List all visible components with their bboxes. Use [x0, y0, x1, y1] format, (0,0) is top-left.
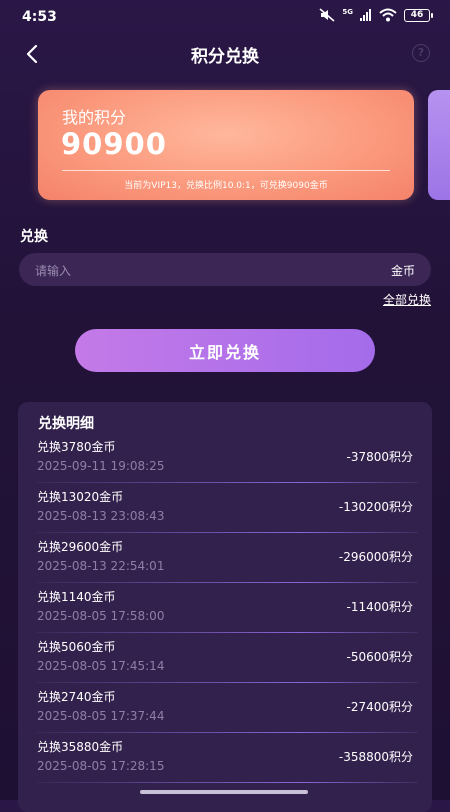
item-amount: -11400积分	[346, 600, 413, 614]
points-card: 我的积分 90900 当前为VIP13，兑换比例10.0:1，可兑换9090金币	[38, 90, 414, 200]
wifi-icon	[379, 8, 397, 22]
exchange-now-button[interactable]: 立即兑换	[75, 329, 375, 372]
item-amount: -37800积分	[346, 450, 413, 464]
item-title: 兑换5060金币	[37, 640, 116, 654]
network-type: 5G	[342, 8, 353, 16]
item-title: 兑换29600金币	[37, 540, 124, 554]
item-time: 2025-08-05 17:45:14	[37, 659, 165, 673]
item-title: 兑换3780金币	[37, 440, 116, 454]
item-title: 兑换2740金币	[37, 690, 116, 704]
item-time: 2025-09-11 19:08:25	[37, 459, 165, 473]
history-list: 兑换3780金币 2025-09-11 19:08:25 -37800积分 兑换…	[18, 433, 432, 783]
exchange-all-link[interactable]: 全部兑换	[383, 291, 431, 308]
list-item: 兑换13020金币 2025-08-13 23:08:43 -130200积分	[18, 483, 432, 533]
list-item: 兑换35880金币 2025-08-05 17:28:15 -358800积分	[18, 733, 432, 783]
history-panel: 兑换明细 兑换3780金币 2025-09-11 19:08:25 -37800…	[18, 402, 432, 812]
exchange-section-label: 兑换	[20, 229, 48, 245]
next-card-peek[interactable]	[428, 90, 450, 200]
home-indicator[interactable]	[140, 790, 308, 794]
points-label: 我的积分	[62, 108, 127, 127]
list-item: 兑换1140金币 2025-08-05 17:58:00 -11400积分	[18, 583, 432, 633]
item-time: 2025-08-13 22:54:01	[37, 559, 165, 573]
history-title: 兑换明细	[38, 416, 94, 432]
points-value: 90900	[61, 127, 167, 161]
unit-label: 金币	[390, 264, 415, 278]
battery-icon: 46	[404, 8, 433, 22]
item-amount: -27400积分	[346, 700, 413, 714]
item-title: 兑换1140金币	[37, 590, 116, 604]
item-title: 兑换35880金币	[37, 740, 124, 754]
status-bar: 4:53 5G 46	[0, 0, 450, 34]
item-time: 2025-08-05 17:28:15	[37, 759, 165, 773]
list-item: 兑换29600金币 2025-08-13 22:54:01 -296000积分	[18, 533, 432, 583]
list-item: 兑换2740金币 2025-08-05 17:37:44 -27400积分	[18, 683, 432, 733]
amount-input[interactable]	[33, 253, 367, 288]
item-title: 兑换13020金币	[37, 490, 124, 504]
amount-input-wrap: 金币	[19, 253, 431, 288]
item-amount: -358800积分	[338, 750, 413, 764]
item-time: 2025-08-05 17:58:00	[37, 609, 165, 623]
status-time: 4:53	[22, 9, 57, 25]
status-icons: 5G 46	[319, 8, 433, 22]
item-time: 2025-08-05 17:37:44	[37, 709, 165, 723]
item-amount: -130200积分	[338, 500, 413, 514]
item-amount: -50600积分	[346, 650, 413, 664]
page-title: 积分兑换	[191, 47, 259, 67]
question-circle-icon[interactable]: ?	[412, 44, 430, 62]
row-divider	[36, 782, 418, 783]
list-item: 兑换3780金币 2025-09-11 19:08:25 -37800积分	[18, 433, 432, 483]
list-item: 兑换5060金币 2025-08-05 17:45:14 -50600积分	[18, 633, 432, 683]
item-amount: -296000积分	[338, 550, 413, 564]
mute-icon	[319, 8, 335, 22]
battery-level: 46	[410, 10, 424, 20]
signal-icon	[360, 9, 371, 21]
card-divider	[62, 170, 390, 171]
vip-exchange-info: 当前为VIP13，兑换比例10.0:1，可兑换9090金币	[124, 181, 328, 191]
header: 积分兑换 ?	[0, 34, 450, 74]
item-time: 2025-08-13 23:08:43	[37, 509, 165, 523]
